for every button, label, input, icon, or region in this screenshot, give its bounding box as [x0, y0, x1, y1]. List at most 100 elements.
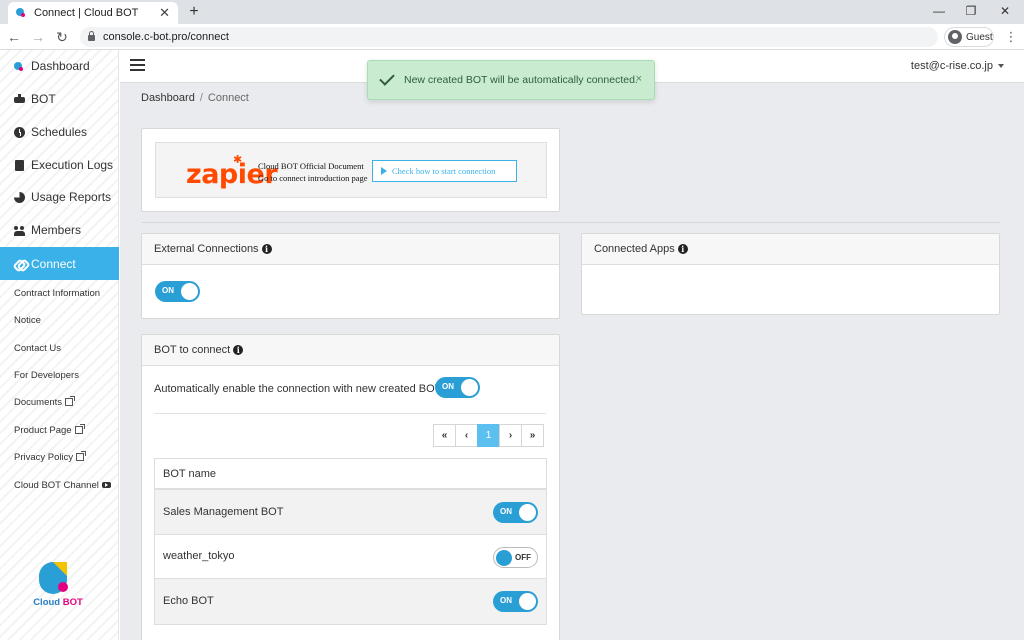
info-icon[interactable]: i [677, 244, 688, 254]
zapier-banner[interactable]: zapier ✱ Cloud BOT Official Document Go … [155, 142, 547, 198]
divider [154, 413, 546, 414]
sidebar-link-cloud-bot-channel[interactable]: Cloud BOT Channel [14, 478, 111, 492]
profile-button[interactable]: Guest [944, 27, 994, 47]
success-toast: New created BOT will be automatically co… [367, 60, 655, 100]
window-close-icon[interactable]: ✕ [990, 0, 1020, 24]
sidebar-item-label: Schedules [31, 125, 88, 139]
bot-name: Sales Management BOT [163, 505, 284, 518]
page-last-button[interactable]: » [521, 424, 544, 447]
back-icon[interactable]: ← [4, 28, 24, 46]
zapier-star-icon: ✱ [233, 154, 243, 166]
zapier-doc-text: Cloud BOT Official Document Go to connec… [258, 160, 368, 184]
zapier-doc-line2: Go to connect introduction page [258, 173, 368, 183]
external-connections-card: External Connections i ON [141, 233, 560, 319]
url-input[interactable]: console.c-bot.pro/connect [80, 27, 938, 47]
toggle-label: ON [442, 382, 454, 391]
sidebar-item-execution-logs[interactable]: Execution Logs [0, 149, 119, 181]
external-link-icon [76, 451, 87, 461]
check-connection-button[interactable]: Check how to start connection [372, 160, 517, 182]
bot-connect-toggle[interactable]: OFF [493, 546, 538, 568]
toast-message: New created BOT will be automatically co… [404, 74, 638, 86]
sidebar-link-label: Cloud BOT Channel [14, 479, 99, 491]
sidebar-link-label: Contact Us [14, 342, 61, 354]
section-divider [142, 222, 1000, 223]
toggle-label: ON [162, 286, 174, 295]
sidebar-item-dashboard[interactable]: Dashboard [0, 50, 119, 82]
avatar-icon [948, 30, 962, 44]
breadcrumb-separator: / [199, 92, 203, 104]
breadcrumb-current: Connect [207, 92, 249, 104]
sidebar-link-contract-information[interactable]: Contract Information [14, 286, 100, 300]
toggle-label: ON [500, 596, 512, 605]
forward-icon[interactable]: → [28, 28, 48, 46]
breadcrumb-dashboard[interactable]: Dashboard [141, 92, 195, 104]
sidebar-item-label: Connect [31, 256, 76, 271]
info-icon[interactable]: i [233, 345, 244, 355]
info-icon[interactable]: i [261, 244, 272, 254]
page-first-button[interactable]: « [433, 424, 456, 447]
restore-icon[interactable]: ❐ [956, 0, 986, 24]
bot-to-connect-title: BOT to connect [154, 344, 231, 356]
sidebar-link-product-page[interactable]: Product Page [14, 423, 85, 437]
auto-enable-label: Automatically enable the connection with… [154, 383, 444, 395]
browser-menu-icon[interactable]: ⋮ [1004, 28, 1018, 46]
page-1-button[interactable]: 1 [477, 424, 500, 447]
youtube-icon [101, 482, 111, 488]
connected-apps-card: Connected Apps i [581, 233, 1000, 315]
dashboard-icon [14, 61, 25, 72]
table-row: Echo BOT ON [155, 579, 546, 624]
external-connections-toggle[interactable]: ON [155, 281, 200, 302]
sidebar-link-notice[interactable]: Notice [14, 313, 41, 327]
sidebar-item-schedules[interactable]: Schedules [0, 116, 119, 148]
card-header: BOT to connect i [142, 335, 559, 366]
check-icon [379, 70, 395, 86]
logo-text-bot: BOT [62, 597, 83, 608]
bot-connect-toggle[interactable]: ON [493, 591, 538, 612]
page-prev-button[interactable]: ‹ [455, 424, 478, 447]
new-tab-button[interactable]: + [184, 2, 204, 22]
play-icon [381, 167, 387, 175]
bot-connect-toggle[interactable]: ON [493, 502, 538, 523]
minimize-icon[interactable]: — [924, 0, 954, 24]
sidebar-item-bot[interactable]: BOT [0, 83, 119, 115]
toast-close-icon[interactable]: × [636, 73, 642, 85]
sidebar-item-connect[interactable]: Connect [0, 247, 119, 280]
sidebar-link-label: Privacy Policy [14, 451, 74, 463]
sidebar-item-label: Execution Logs [31, 158, 114, 172]
pagination: « ‹ 1 › » [433, 424, 544, 447]
page-next-button[interactable]: › [499, 424, 522, 447]
sidebar-link-privacy-policy[interactable]: Privacy Policy [14, 450, 87, 464]
external-connections-title: External Connections [154, 243, 259, 255]
hamburger-menu-icon[interactable] [130, 59, 145, 71]
sidebar-item-label: Usage Reports [31, 190, 112, 204]
check-connection-label: Check how to start connection [392, 166, 496, 176]
reload-icon[interactable]: ↻ [52, 28, 72, 46]
browser-tab[interactable]: Connect | Cloud BOT ✕ [8, 2, 178, 24]
breadcrumb: Dashboard / Connect [141, 92, 249, 104]
bot-table: BOT name Sales Management BOT ON weather… [154, 458, 547, 625]
file-icon [14, 159, 25, 171]
clock-icon [14, 126, 25, 138]
tab-title: Connect | Cloud BOT [34, 7, 139, 19]
bot-to-connect-card: BOT to connect i Automatically enable th… [141, 334, 560, 640]
sidebar-item-usage-reports[interactable]: Usage Reports [0, 181, 119, 213]
sidebar-link-documents[interactable]: Documents [14, 395, 76, 409]
lock-icon [88, 31, 95, 41]
main-content: test@c-rise.co.jp New created BOT will b… [120, 50, 1024, 640]
sidebar-item-label: Dashboard [31, 59, 90, 73]
auto-enable-toggle[interactable]: ON [435, 377, 480, 398]
sidebar-link-label: Notice [14, 314, 41, 326]
card-header: External Connections i [142, 234, 559, 265]
sidebar-link-contact-us[interactable]: Contact Us [14, 341, 61, 355]
sidebar-link-for-developers[interactable]: For Developers [14, 368, 79, 382]
tab-close-icon[interactable]: ✕ [159, 5, 170, 21]
sidebar-link-label: Documents [14, 396, 63, 408]
toggle-label: ON [500, 507, 512, 516]
connected-apps-title: Connected Apps [594, 243, 675, 255]
user-menu[interactable]: test@c-rise.co.jp [911, 60, 1004, 72]
sidebar-item-members[interactable]: Members [0, 214, 119, 246]
sidebar-link-label: For Developers [14, 369, 79, 381]
caret-down-icon [998, 64, 1004, 69]
table-row: Sales Management BOT ON [155, 490, 546, 535]
sidebar-item-label: Members [31, 223, 82, 237]
